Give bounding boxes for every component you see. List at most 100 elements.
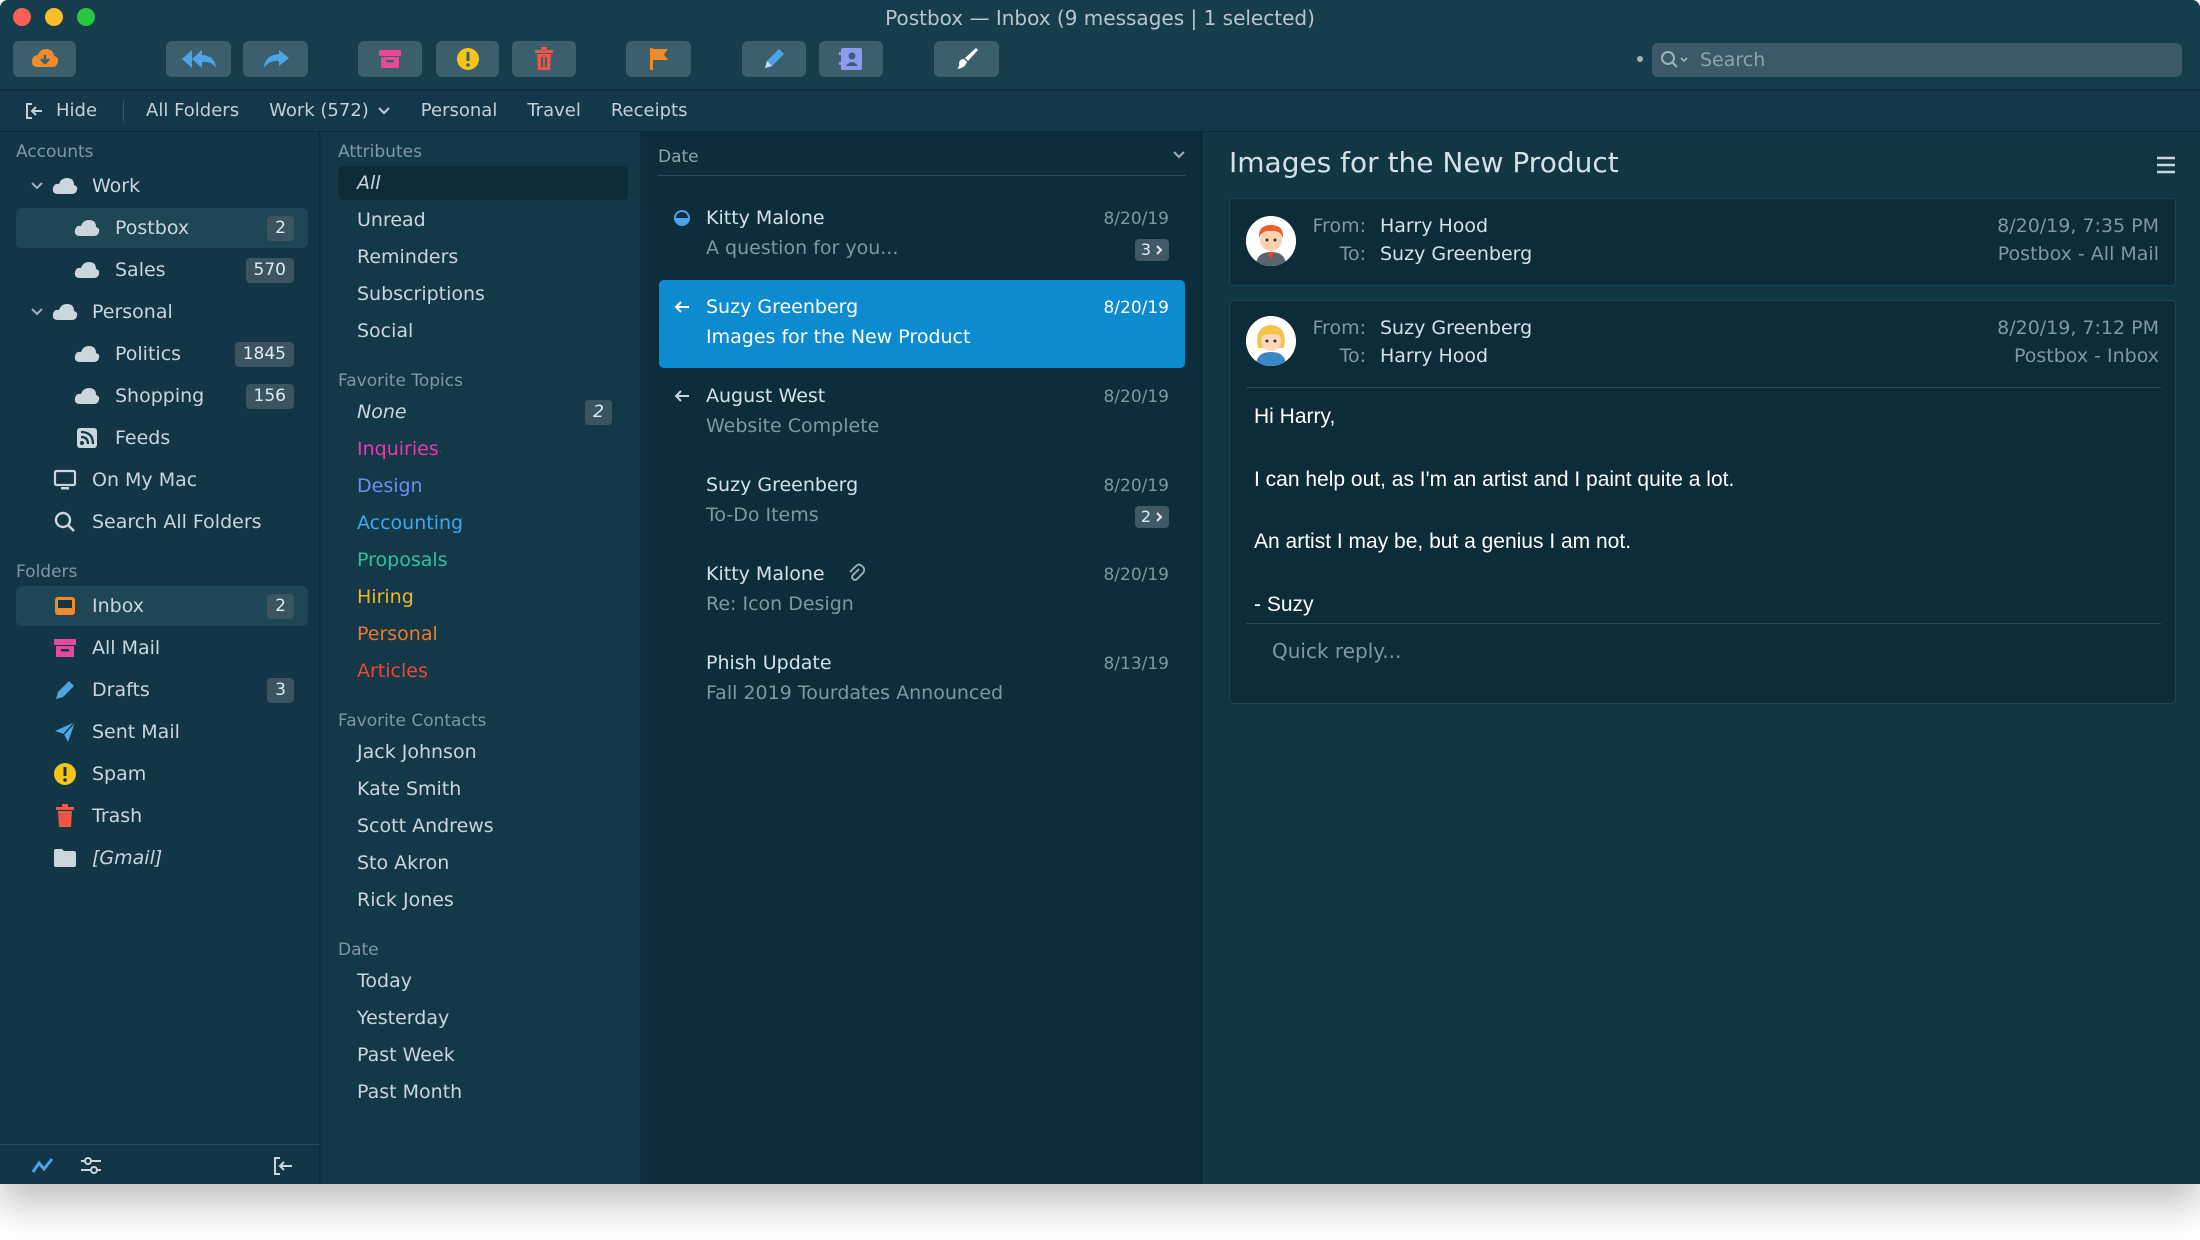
message-row[interactable]: Phish Update Fall 2019 Tourdates Announc… <box>659 636 1185 724</box>
sidebar-item-label: Spam <box>92 763 147 785</box>
to-name[interactable]: Harry Hood <box>1380 345 1488 367</box>
message-body-line: I can help out, as I'm an artist and I p… <box>1254 468 1735 491</box>
filter-unread[interactable]: Unread <box>338 203 628 237</box>
customize-button[interactable] <box>934 41 999 77</box>
sidebar-item-gmail[interactable]: [Gmail] <box>16 838 308 878</box>
topic-inquiries[interactable]: Inquiries <box>338 432 628 466</box>
sidebar-item-trash[interactable]: Trash <box>16 796 308 836</box>
topic-proposals[interactable]: Proposals <box>338 543 628 577</box>
filter-subscriptions[interactable]: Subscriptions <box>338 277 628 311</box>
message-date: 8/20/19 <box>1103 209 1169 229</box>
filter-social[interactable]: Social <box>338 314 628 348</box>
sidebar-item-sales[interactable]: Sales 570 <box>16 250 308 290</box>
topic-none[interactable]: None 2 <box>338 395 628 429</box>
activity-icon[interactable] <box>32 1157 54 1175</box>
date-yesterday[interactable]: Yesterday <box>338 1001 628 1035</box>
topic-design[interactable]: Design <box>338 469 628 503</box>
compose-button[interactable] <box>742 41 806 77</box>
chevron-down-icon[interactable] <box>30 305 44 319</box>
unread-count-badge: 2 <box>267 594 294 619</box>
sidebar-item-sent-mail[interactable]: Sent Mail <box>16 712 308 752</box>
message-date: 8/13/19 <box>1103 654 1169 674</box>
forward-icon <box>263 50 289 68</box>
hide-sidebar-button[interactable]: Hide <box>24 100 97 121</box>
message-sender: Kitty Malone <box>706 207 825 229</box>
date-today[interactable]: Today <box>338 964 628 998</box>
date-past-week[interactable]: Past Week <box>338 1038 628 1072</box>
search-scope-indicator <box>1637 56 1643 62</box>
cloud-download-icon <box>31 49 58 67</box>
tab-all-folders[interactable]: All Folders <box>146 100 239 121</box>
get-mail-button[interactable] <box>13 41 76 77</box>
message-row-selected[interactable]: Suzy Greenberg Images for the New Produc… <box>659 280 1185 368</box>
contact-scott-andrews[interactable]: Scott Andrews <box>338 809 628 843</box>
sidebar-item-shopping[interactable]: Shopping 156 <box>16 376 308 416</box>
settings-sliders-icon[interactable] <box>80 1156 102 1176</box>
search-box[interactable] <box>1652 43 2182 77</box>
unread-dot-icon[interactable] <box>673 209 691 227</box>
sidebar-item-inbox[interactable]: Inbox 2 <box>16 586 308 626</box>
reply-all-button[interactable] <box>166 41 231 77</box>
thread-count-badge[interactable]: 2 <box>1134 506 1169 528</box>
topic-hiring[interactable]: Hiring <box>338 580 628 614</box>
sidebar-item-feeds[interactable]: Feeds <box>16 418 308 458</box>
chevron-down-icon[interactable] <box>30 179 44 193</box>
delete-button[interactable] <box>512 41 576 77</box>
message-row[interactable]: Kitty Malone Re: Icon Design 8/20/19 <box>659 547 1185 635</box>
contact-sto-akron[interactable]: Sto Akron <box>338 846 628 880</box>
tab-work[interactable]: Work (572) <box>269 100 391 121</box>
sidebar-item-spam[interactable]: Spam <box>16 754 308 794</box>
topic-personal[interactable]: Personal <box>338 617 628 651</box>
contacts-section-title: Favorite Contacts <box>338 711 487 731</box>
tab-receipts[interactable]: Receipts <box>611 100 688 121</box>
contact-rick-jones[interactable]: Rick Jones <box>338 883 628 917</box>
from-name[interactable]: Suzy Greenberg <box>1380 317 1532 339</box>
date-past-month[interactable]: Past Month <box>338 1075 628 1109</box>
junk-button[interactable] <box>436 41 499 77</box>
sidebar-item-politics[interactable]: Politics 1845 <box>16 334 308 374</box>
sidebar-item-drafts[interactable]: Drafts 3 <box>16 670 308 710</box>
message-row[interactable]: Suzy Greenberg To-Do Items 8/20/19 2 <box>659 458 1185 546</box>
menu-icon[interactable] <box>2156 156 2176 174</box>
filter-all[interactable]: All <box>338 166 628 200</box>
archive-button[interactable] <box>358 41 422 77</box>
sidebar-item-search-all[interactable]: Search All Folders <box>16 502 308 542</box>
forward-button[interactable] <box>243 41 308 77</box>
sidebar-item-all-mail[interactable]: All Mail <box>16 628 308 668</box>
sort-header[interactable]: Date <box>658 142 1186 176</box>
search-input[interactable] <box>1700 49 2140 71</box>
from-name[interactable]: Harry Hood <box>1380 215 1488 237</box>
message-row[interactable]: August West Website Complete 8/20/19 <box>659 369 1185 457</box>
reply-divider <box>1246 623 2161 624</box>
unread-count-badge: 156 <box>245 384 294 409</box>
chevron-down-icon[interactable] <box>1172 150 1186 160</box>
topic-articles[interactable]: Articles <box>338 654 628 688</box>
message-card-expanded: From: Suzy Greenberg To: Harry Hood 8/20… <box>1229 300 2176 704</box>
paper-plane-icon <box>52 720 78 744</box>
filter-reminders[interactable]: Reminders <box>338 240 628 274</box>
contact-jack-johnson[interactable]: Jack Johnson <box>338 735 628 769</box>
sidebar-item-on-my-mac[interactable]: On My Mac <box>16 460 308 500</box>
tab-work-label: Work (572) <box>269 100 369 121</box>
message-subject: Fall 2019 Tourdates Announced <box>706 682 1004 704</box>
favorites-bar: Hide All Folders Work (572) Personal Tra… <box>0 90 2200 132</box>
sidebar-item-personal[interactable]: Personal <box>16 292 308 332</box>
message-card-collapsed[interactable]: From: Harry Hood To: Suzy Greenberg 8/20… <box>1229 198 2176 286</box>
tab-personal[interactable]: Personal <box>421 100 498 121</box>
thread-count-badge[interactable]: 3 <box>1134 239 1169 261</box>
sidebar-item-work[interactable]: Work <box>16 166 308 206</box>
contacts-button[interactable] <box>819 41 883 77</box>
quick-reply-input[interactable] <box>1272 639 2132 663</box>
filter-panel: Attributes All Unread Reminders Subscrip… <box>321 132 641 1184</box>
sign-out-icon[interactable] <box>272 1156 294 1176</box>
from-label: From: <box>1312 215 1366 237</box>
message-row[interactable]: Kitty Malone A question for you... 8/20/… <box>659 191 1185 279</box>
tab-travel[interactable]: Travel <box>527 100 581 121</box>
sidebar-item-label: Search All Folders <box>92 511 262 533</box>
message-subject: Website Complete <box>706 415 880 437</box>
sidebar-item-postbox[interactable]: Postbox 2 <box>16 208 308 248</box>
contact-kate-smith[interactable]: Kate Smith <box>338 772 628 806</box>
flag-button[interactable] <box>626 41 691 77</box>
to-name[interactable]: Suzy Greenberg <box>1380 243 1532 265</box>
topic-accounting[interactable]: Accounting <box>338 506 628 540</box>
